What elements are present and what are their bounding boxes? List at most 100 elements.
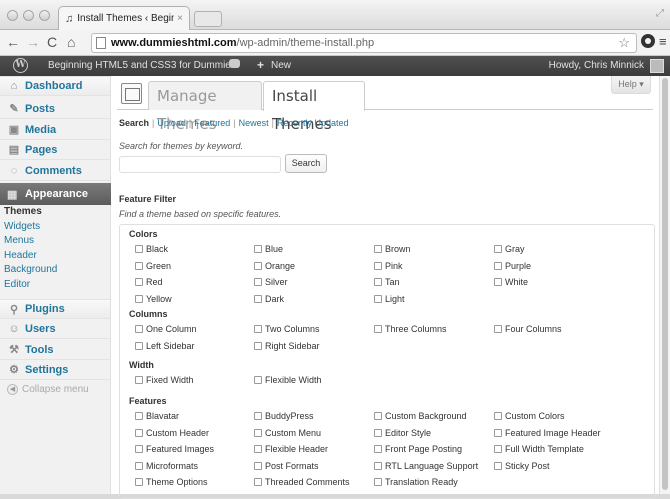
checkbox-box[interactable] (254, 412, 262, 420)
filter-checkbox-flexible-width[interactable]: Flexible Width (254, 375, 322, 385)
reload-icon[interactable]: C (47, 34, 57, 50)
checkbox-box[interactable] (254, 261, 262, 270)
checkbox-box[interactable] (374, 461, 382, 470)
checkbox-box[interactable] (135, 341, 143, 350)
close-window-button[interactable] (7, 10, 18, 21)
checkbox-box[interactable] (374, 445, 382, 453)
filter-checkbox-purple[interactable]: Purple (494, 261, 531, 271)
sidebar-item-users[interactable]: ☺ Users (0, 319, 110, 339)
filter-checkbox-custom-colors[interactable]: Custom Colors (494, 411, 565, 421)
zoom-window-button[interactable] (39, 10, 50, 21)
submenu-item-themes[interactable]: Themes (0, 205, 110, 220)
help-button[interactable]: Help ▾ (611, 76, 651, 94)
filter-checkbox-green[interactable]: Green (135, 261, 171, 271)
checkbox-box[interactable] (254, 461, 262, 470)
sidebar-item-pages[interactable]: ▤ Pages (0, 140, 110, 160)
filter-checkbox-rtl-language-support[interactable]: RTL Language Support (374, 461, 478, 471)
checkbox-box[interactable] (374, 325, 382, 333)
filter-checkbox-brown[interactable]: Brown (374, 244, 411, 254)
filter-checkbox-one-column[interactable]: One Column (135, 324, 197, 334)
checkbox-box[interactable] (254, 278, 262, 286)
filter-checkbox-full-width-template[interactable]: Full Width Template (494, 444, 584, 454)
checkbox-box[interactable] (254, 245, 262, 253)
filter-checkbox-translation-ready[interactable]: Translation Ready (374, 477, 458, 487)
bookmark-star-icon[interactable]: ☆ (618, 35, 630, 51)
checkbox-box[interactable] (494, 428, 502, 437)
filter-checkbox-blavatar[interactable]: Blavatar (135, 411, 179, 421)
checkbox-box[interactable] (135, 428, 143, 437)
plus-icon[interactable]: + (257, 58, 264, 72)
checkbox-box[interactable] (135, 294, 143, 303)
filter-checkbox-yellow[interactable]: Yellow (135, 294, 172, 304)
checkbox-box[interactable] (254, 428, 262, 437)
checkbox-box[interactable] (494, 461, 502, 470)
home-icon[interactable]: ⌂ (67, 34, 75, 50)
sidebar-item-comments[interactable]: ◌ Comments (0, 161, 110, 181)
subnav-featured[interactable]: Featured (194, 118, 230, 128)
howdy-user-link[interactable]: Howdy, Chris Minnick (549, 60, 644, 71)
checkbox-box[interactable] (135, 412, 143, 420)
checkbox-box[interactable] (135, 278, 143, 286)
subnav-recently-updated[interactable]: Recently Updated (277, 118, 349, 128)
filter-checkbox-dark[interactable]: Dark (254, 294, 284, 304)
submenu-item-header[interactable]: Header (0, 249, 110, 264)
filter-checkbox-flexible-header[interactable]: Flexible Header (254, 444, 328, 454)
checkbox-box[interactable] (135, 461, 143, 470)
address-bar[interactable]: www.dummieshtml.com /wp-admin/theme-inst… (91, 33, 637, 53)
filter-checkbox-featured-image-header[interactable]: Featured Image Header (494, 428, 601, 438)
filter-checkbox-silver[interactable]: Silver (254, 277, 288, 287)
filter-checkbox-custom-background[interactable]: Custom Background (374, 411, 467, 421)
checkbox-box[interactable] (254, 341, 262, 350)
filter-checkbox-post-formats[interactable]: Post Formats (254, 461, 319, 471)
filter-checkbox-front-page-posting[interactable]: Front Page Posting (374, 444, 462, 454)
checkbox-box[interactable] (254, 325, 262, 333)
subnav-search[interactable]: Search (119, 118, 149, 128)
filter-checkbox-theme-options[interactable]: Theme Options (135, 477, 208, 487)
comment-bubble-icon[interactable] (229, 59, 240, 68)
checkbox-box[interactable] (374, 428, 382, 437)
fullscreen-icon[interactable]: ⤢ (656, 8, 664, 19)
filter-checkbox-three-columns[interactable]: Three Columns (374, 324, 447, 334)
checkbox-box[interactable] (374, 294, 382, 303)
checkbox-box[interactable] (254, 376, 262, 384)
submenu-item-widgets[interactable]: Widgets (0, 220, 110, 235)
site-name-link[interactable]: Beginning HTML5 and CSS3 for Dummies (48, 60, 236, 71)
collapse-menu-button[interactable]: ◀ Collapse menu (7, 384, 89, 395)
checkbox-box[interactable] (135, 445, 143, 453)
sidebar-item-media[interactable]: ▣ Media (0, 120, 110, 140)
checkbox-box[interactable] (494, 412, 502, 420)
checkbox-box[interactable] (254, 445, 262, 453)
filter-checkbox-black[interactable]: Black (135, 244, 168, 254)
forward-arrow-icon[interactable]: → (26, 34, 40, 50)
checkbox-box[interactable] (135, 478, 143, 486)
checkbox-box[interactable] (135, 376, 143, 384)
menu-icon[interactable]: ≡ (659, 34, 667, 49)
avatar[interactable] (650, 59, 664, 73)
checkbox-box[interactable] (374, 245, 382, 253)
browser-tab[interactable]: ♫ Install Themes ‹ Beginning × (58, 6, 190, 30)
filter-checkbox-blue[interactable]: Blue (254, 244, 283, 254)
filter-checkbox-right-sidebar[interactable]: Right Sidebar (254, 341, 320, 351)
submenu-item-background[interactable]: Background (0, 263, 110, 278)
filter-checkbox-custom-menu[interactable]: Custom Menu (254, 428, 321, 438)
checkbox-box[interactable] (494, 278, 502, 286)
sidebar-item-dashboard[interactable]: ⌂ Dashboard (0, 76, 110, 96)
back-arrow-icon[interactable]: ← (6, 34, 20, 50)
checkbox-box[interactable] (494, 261, 502, 270)
tab-install-themes[interactable]: Install Themes (263, 81, 365, 133)
filter-checkbox-red[interactable]: Red (135, 277, 163, 287)
submenu-item-menus[interactable]: Menus (0, 234, 110, 249)
checkbox-box[interactable] (254, 478, 262, 486)
subnav-newest[interactable]: Newest (239, 118, 269, 128)
sidebar-item-plugins[interactable]: ⚲ Plugins (0, 299, 110, 319)
filter-checkbox-microformats[interactable]: Microformats (135, 461, 198, 471)
search-button[interactable]: Search (285, 154, 327, 173)
filter-checkbox-light[interactable]: Light (374, 294, 405, 304)
filter-checkbox-buddypress[interactable]: BuddyPress (254, 411, 314, 421)
filter-checkbox-pink[interactable]: Pink (374, 261, 403, 271)
submenu-item-editor[interactable]: Editor (0, 278, 110, 293)
filter-checkbox-four-columns[interactable]: Four Columns (494, 324, 562, 334)
extension-icon[interactable] (641, 34, 655, 48)
filter-checkbox-threaded-comments[interactable]: Threaded Comments (254, 477, 350, 487)
checkbox-box[interactable] (494, 445, 502, 453)
